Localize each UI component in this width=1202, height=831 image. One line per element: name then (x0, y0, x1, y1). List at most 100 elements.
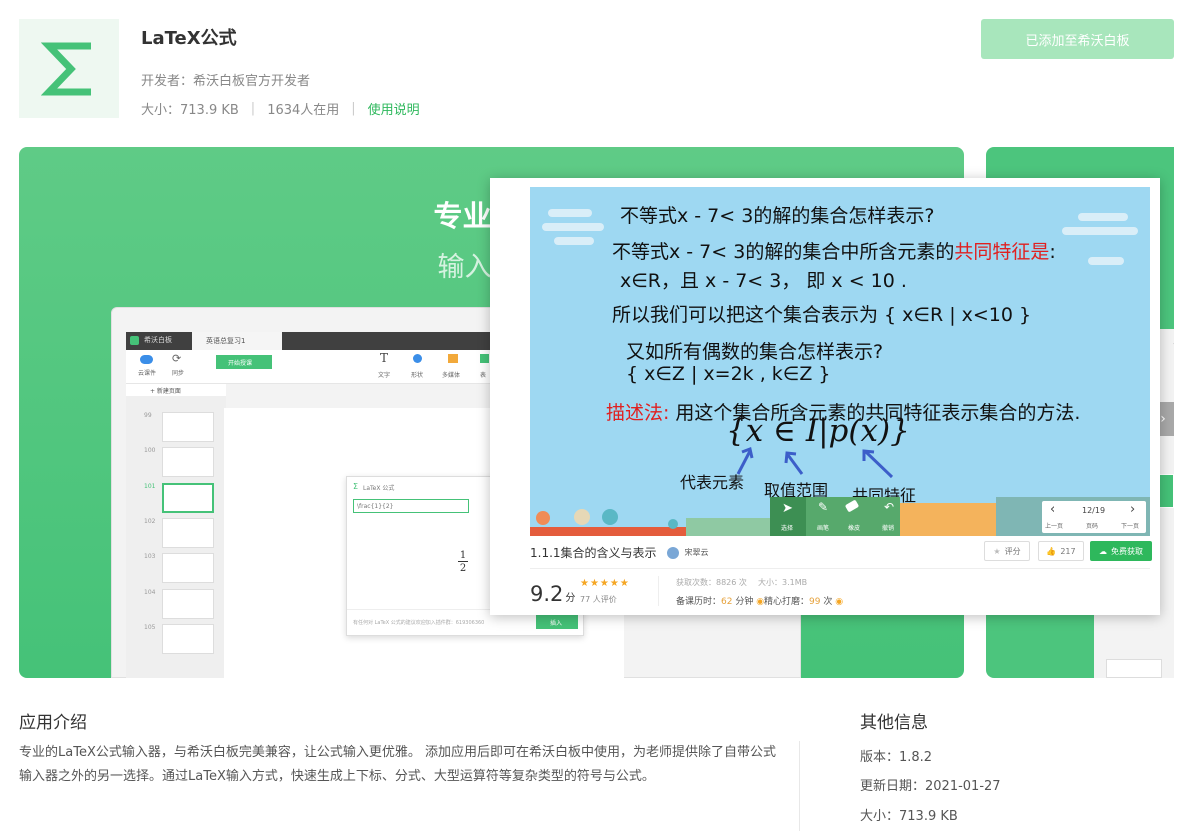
star-icon: ★ (993, 546, 1001, 556)
page-thumbnail-active (162, 483, 214, 513)
page-number: 103 (144, 553, 156, 560)
text-tool-label: 文字 (378, 372, 391, 379)
rating-stars-icon: ★★★★★ (580, 578, 630, 589)
developer-label: 开发者：希沃白板官方开发者 (141, 74, 311, 89)
page-number: 104 (144, 589, 156, 596)
page-thumbnail (1106, 659, 1162, 678)
new-page-button: + 新建页面 (126, 384, 226, 396)
decor-circle (536, 511, 550, 525)
arrow (786, 454, 804, 475)
size-info: 大小：713.9 KB (860, 809, 958, 824)
like-count: 217 (1060, 546, 1076, 556)
chevron-left-icon: ‹ (1050, 502, 1056, 517)
ground-strip (900, 503, 996, 536)
rate-label: 评分 (1004, 546, 1021, 556)
add-to-whiteboard-button[interactable]: 已添加至希沃白板 (981, 19, 1174, 59)
shape-tool-icon (413, 354, 422, 363)
score: 9.2 分 (530, 582, 575, 606)
app-meta: 大小：713.9 KB | 1634人在用 | 使用说明 (141, 99, 420, 118)
next-page-label: 下一页 (1121, 523, 1140, 530)
decor-circle (574, 509, 590, 525)
annotation-arrows (736, 446, 894, 479)
medal-icon: ◉ (756, 597, 765, 607)
polish-label: 精心打磨： (764, 597, 810, 607)
divider (799, 741, 800, 831)
page-indicator: 12/19 (1082, 506, 1106, 515)
cursor-icon: ➤ (782, 501, 793, 516)
other-info-title: 其他信息 (860, 713, 928, 733)
page-number: 99 (144, 412, 152, 419)
cloud-label: 云课件 (138, 370, 157, 377)
pen-icon: ✎ (818, 500, 829, 514)
media-tool-icon (448, 354, 458, 363)
cloud-icon (140, 355, 153, 364)
decor-circle (668, 519, 678, 529)
version-info: 版本：1.8.2 (860, 750, 933, 765)
start-teaching-button: 开始授课 (216, 355, 272, 369)
update-date: 更新日期：2021-01-27 (860, 779, 1001, 794)
rate-button: ★ 评分 (984, 541, 1030, 561)
formula-denominator: 2 (459, 563, 467, 574)
download-cloud-icon: ☁ (1099, 546, 1107, 556)
help-link[interactable]: 使用说明 (368, 99, 420, 118)
app-detail-page: LaTeX公式 开发者：希沃白板官方开发者 大小：713.9 KB | 1634… (0, 0, 1202, 831)
download-count: 获取次数：8826 次 (676, 578, 747, 587)
page-thumbnail (162, 518, 214, 548)
text-tool-icon: T (380, 351, 389, 365)
user-count: 1634人在用 (267, 103, 340, 118)
app-size: 大小：713.9 KB (141, 103, 239, 118)
prep-time-unit: 分钟 (735, 597, 754, 607)
avatar (666, 546, 679, 559)
page-number: 102 (144, 518, 156, 525)
doc-tab: 英语总复习1 (192, 332, 282, 350)
page-number: 100 (144, 447, 156, 454)
lesson-size: 大小：3.1MB (758, 578, 808, 587)
divider: | (351, 101, 356, 116)
app-icon (19, 19, 119, 118)
score-unit: 分 (565, 593, 576, 604)
chevron-right-icon: › (1130, 502, 1136, 517)
get-lesson-label: 免费获取 (1111, 546, 1143, 556)
page-number: 101 (144, 483, 156, 490)
formula-numerator: 1 (458, 550, 468, 562)
divider (658, 576, 659, 606)
page-number: ⌄ (1172, 339, 1174, 347)
app-title: LaTeX公式 (141, 28, 237, 49)
sync-icon: ⟳ (172, 352, 182, 365)
score-value: 9.2 (530, 582, 564, 606)
undo-icon: ↶ (884, 500, 895, 514)
ground-strip (530, 527, 686, 536)
lesson-bottom-bar: ➤ 选择 ✎ 画笔 橡皮 ↶ 撤销 ‹ 上一页 12/19 页码 › 下一页 (530, 497, 1150, 536)
dialog-title: LaTeX 公式 (363, 485, 395, 492)
prep-time: 备课历时：62 分钟 ◉ (676, 594, 764, 607)
like-button: 👍 217 (1038, 541, 1084, 561)
lesson-board: 不等式x - 7< 3的解的集合怎样表示? 不等式x - 7< 3的解的集合中所… (530, 187, 1150, 536)
page-thumbnail (162, 447, 214, 477)
intro-title: 应用介绍 (19, 713, 87, 733)
polish-unit: 次 (823, 597, 833, 607)
page-label: 页码 (1086, 523, 1099, 530)
medal-icon: ◉ (835, 597, 844, 607)
polish-value: 99 (809, 597, 821, 607)
course-info: 1.1.1集合的含义与表示 宋翠云 (530, 544, 709, 561)
lesson-preview-card: 不等式x - 7< 3的解的集合怎样表示? 不等式x - 7< 3的解的集合中所… (490, 178, 1160, 615)
insert-button: 插入 (536, 615, 578, 629)
page-thumbnails: 99 100 101 102 103 104 105 (126, 396, 226, 678)
ground-strip (686, 518, 772, 536)
divider (530, 568, 1150, 569)
teacher-name: 宋翠云 (684, 548, 709, 557)
dialog-footer: 有任何对 LaTeX 公式的建议欢迎加入插件群：619306360 (353, 620, 485, 626)
sigma-icon (41, 42, 91, 95)
intro-text: 专业的LaTeX公式输入器，与希沃白板完美兼容，让公式输入更优雅。 添加应用后即… (19, 745, 776, 784)
sigma-small-icon: Σ (353, 482, 359, 491)
prep-time-value: 62 (721, 597, 733, 607)
polish-count: 精心打磨：99 次 ◉ (764, 594, 843, 607)
course-title: 1.1.1集合的含义与表示 (530, 546, 657, 560)
sync-label: 同步 (172, 370, 185, 377)
brand-icon (130, 336, 139, 345)
media-tool-label: 多媒体 (442, 372, 461, 379)
tool-label: 选择 (781, 525, 794, 532)
table-tool-label: 表 (480, 372, 487, 379)
page-nav: ‹ 上一页 12/19 页码 › 下一页 (1042, 501, 1146, 533)
brand-label: 希沃白板 (144, 336, 172, 344)
